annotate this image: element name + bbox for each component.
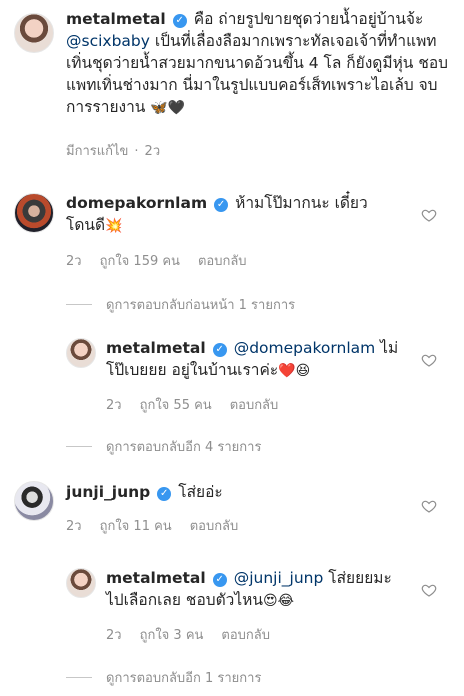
reply-2-emojis: 😍😂 [262,593,294,609]
comment-1-time: 2ว [66,254,82,269]
divider-line [66,677,92,678]
divider-line [66,304,92,305]
comment-1-username[interactable]: domepakornlam [66,194,207,212]
comment-2: junji_junp ✓ โส่ยอ่ะ [66,481,406,503]
reply-1-emojis: ❤️😆 [278,363,311,379]
reply-1-username[interactable]: metalmetal [106,339,206,357]
reply-1-reply-button[interactable]: ตอบกลับ [230,398,279,413]
view-more-replies-label: ดูการตอบกลับอีก 4 รายการ [106,440,262,455]
reply-1-time: 2ว [106,398,122,413]
view-previous-replies-link[interactable]: ดูการตอบกลับก่อนหน้า 1 รายการ [66,294,295,315]
reply-2-reply-button[interactable]: ตอบกลับ [221,628,270,643]
like-heart-icon[interactable] [421,582,437,598]
comment-1-likes[interactable]: ถูกใจ 159 คน [100,254,180,269]
like-heart-icon[interactable] [421,207,437,223]
divider-line [66,446,92,447]
reply-2-username[interactable]: metalmetal [106,569,206,587]
view-more-replies-link[interactable]: ดูการตอบกลับอีก 4 รายการ [66,436,261,457]
caption-dot: · [134,144,139,159]
comment-2-time: 2ว [66,519,82,534]
comment-1-reply-button[interactable]: ตอบกลับ [198,254,247,269]
comment-2-likes[interactable]: ถูกใจ 11 คน [100,519,172,534]
reply-2-meta: 2ว ถูกใจ 3 คน ตอบกลับ [106,624,288,645]
comment-2-username[interactable]: junji_junp [66,483,150,501]
verified-badge-icon: ✓ [212,573,227,587]
reply-2: metalmetal ✓ @junji_junp โส่ยยยมะไปเลือกเล… [106,567,406,612]
reply-1-mention[interactable]: @domepakornlam [234,339,376,357]
comment-2-text: โส่ยอ่ะ [178,483,223,501]
verified-badge-icon: ✓ [212,343,227,357]
verified-badge-icon: ✓ [172,14,187,28]
avatar-metalmetal[interactable] [14,13,54,53]
edited-label: มีการแก้ไข [66,144,129,159]
avatar-metalmetal[interactable] [66,568,96,598]
verified-badge-icon: ✓ [157,487,172,501]
avatar-domepakornlam[interactable] [14,193,54,233]
reply-1-likes[interactable]: ถูกใจ 55 คน [140,398,212,413]
caption-mention[interactable]: @scixbaby [66,32,150,50]
caption-meta: มีการแก้ไข · 2ว [66,140,178,161]
view-previous-replies-label: ดูการตอบกลับก่อนหน้า 1 รายการ [106,298,296,313]
reply-1: metalmetal ✓ @domepakornlam ไม่โป๊เบยยย อย… [106,337,406,382]
comment-1-meta: 2ว ถูกใจ 159 คน ตอบกลับ [66,250,265,271]
view-more-replies-label: ดูการตอบกลับอีก 1 รายการ [106,671,262,686]
reply-1-meta: 2ว ถูกใจ 55 คน ตอบกลับ [106,394,296,415]
caption-text-before: คือ ถ่ายรูปขายชุดว่ายน้ำอยู่บ้านจ้ะ [193,10,424,28]
caption-emojis: 🦋🖤 [150,100,186,116]
caption-username[interactable]: metalmetal [66,10,166,28]
view-more-replies-link[interactable]: ดูการตอบกลับอีก 1 รายการ [66,667,261,688]
comment-2-meta: 2ว ถูกใจ 11 คน ตอบกลับ [66,515,256,536]
reply-2-time: 2ว [106,628,122,643]
reply-2-mention[interactable]: @junji_junp [234,569,324,587]
verified-badge-icon: ✓ [214,198,229,212]
like-heart-icon[interactable] [421,352,437,368]
avatar-junji-junp[interactable] [14,481,54,521]
comment-2-reply-button[interactable]: ตอบกลับ [190,519,239,534]
avatar-metalmetal[interactable] [66,338,96,368]
comment-1: domepakornlam ✓ ห้ามโป๊มากนะ เดี๋ยวโดนดี💥 [66,192,406,237]
comment-1-emoji: 💥 [105,218,123,234]
like-heart-icon[interactable] [421,498,437,514]
reply-2-likes[interactable]: ถูกใจ 3 คน [140,628,204,643]
caption-time: 2ว [144,144,161,159]
post-caption: metalmetal ✓ คือ ถ่ายรูปขายชุดว่ายน้ำอยู่บ… [66,8,448,119]
